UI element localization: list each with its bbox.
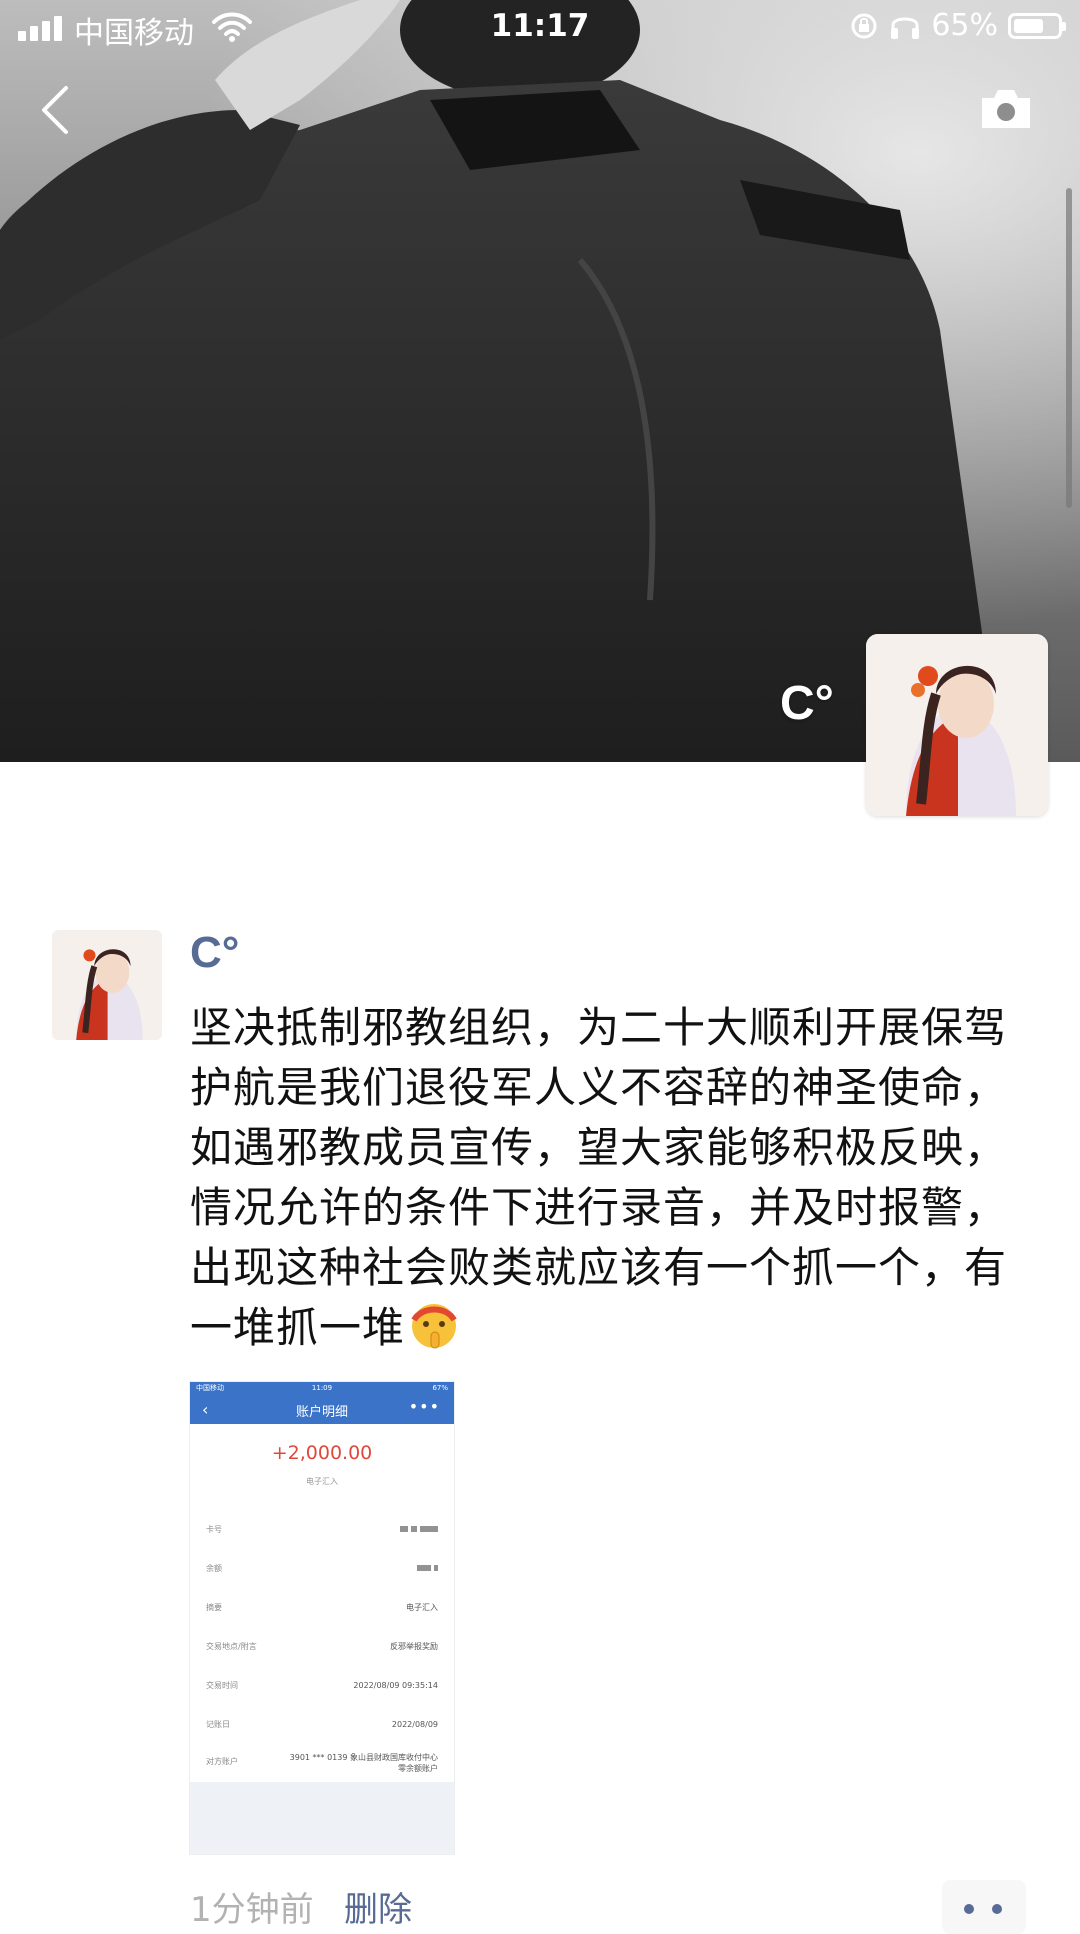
thumb-row: 记账日 2022/08/09 [206,1720,438,1729]
post-image-thumbnail[interactable]: 中国移动 11:09 67% ‹ 账户明细 ••• +2,000.00 电子汇入… [190,1382,454,1854]
battery-icon [1008,12,1066,39]
thumb-nav-bar: ‹ 账户明细 ••• [190,1394,454,1424]
profile-avatar[interactable] [866,634,1048,816]
shushing-face-emoji [411,1304,457,1349]
thumb-row: 交易地点/附言 反邪举报奖励 [206,1642,438,1651]
thumb-footer [190,1782,454,1854]
thumb-row: 交易时间 2022/08/09 09:35:14 [206,1681,438,1690]
headphones-icon [891,17,920,39]
thumb-row: 对方账户 3901 *** 0139 象山县财政国库收付中心 零余额账户 [206,1753,438,1773]
post-author-avatar[interactable] [52,930,162,1040]
cover-username: C° [780,677,834,730]
camera-icon[interactable] [978,86,1034,132]
thumb-row: 卡号 [206,1524,438,1554]
status-bar: 中国移动 11:17 65% [0,0,1080,56]
rotation-lock-icon [851,13,877,38]
more-options-button[interactable] [942,1880,1026,1934]
thumb-amount: +2,000.00 [271,1442,373,1464]
post-author-name[interactable]: C° [190,928,239,978]
post-content: 坚决抵制邪教组织，为二十大顺利开展保驾护航是我们退役军人义不容辞的神圣使命，如遇… [190,998,1020,1358]
thumb-more-icon: ••• [408,1397,440,1416]
thumb-status-bar: 中国移动 11:09 67% [190,1382,454,1394]
thumb-amount-sub: 电子汇入 [306,1477,338,1486]
back-arrow-icon[interactable] [36,82,76,138]
thumb-row: 余额 [206,1563,438,1593]
thumb-row: 摘要 电子汇入 [206,1603,438,1612]
delete-link[interactable]: 删除 [344,1882,412,1931]
post-timestamp: 1分钟前 [190,1890,314,1930]
battery-percent: 65% [931,8,998,43]
post-text: 坚决抵制邪教组织，为二十大顺利开展保驾护航是我们退役军人义不容辞的神圣使命，如遇… [190,1003,1008,1352]
cover-scrollbar[interactable] [1066,188,1072,508]
